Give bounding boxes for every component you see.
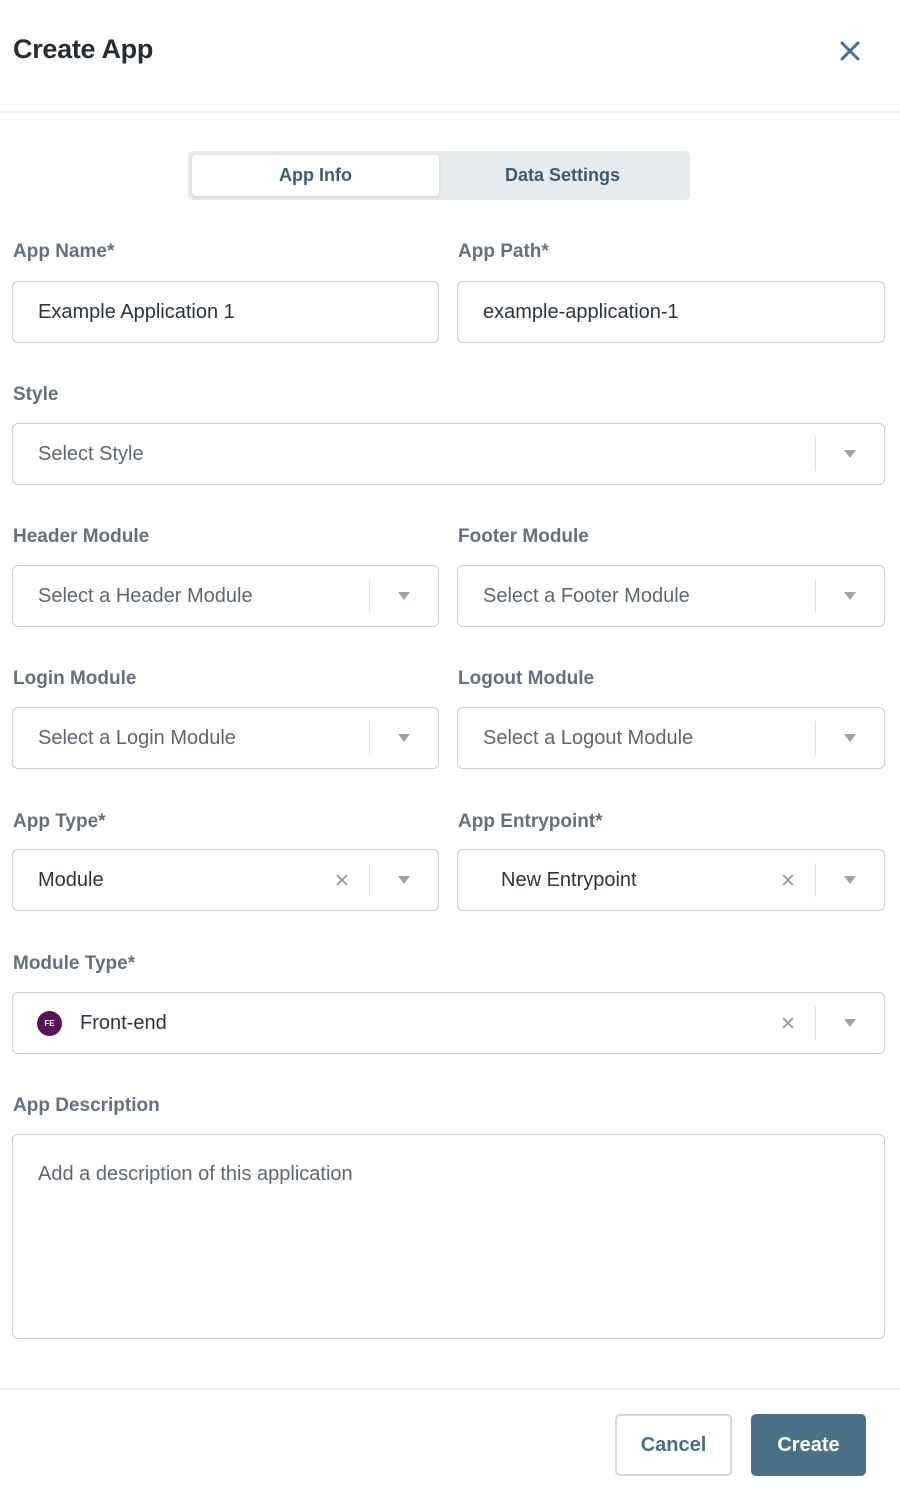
- header-module-label: Header Module: [13, 526, 150, 547]
- app-path-label: App Path*: [458, 241, 549, 262]
- app-description-textarea[interactable]: Add a description of this application: [12, 1134, 885, 1339]
- close-icon: [840, 41, 860, 61]
- module-type-select[interactable]: FE Front-end: [12, 992, 885, 1054]
- login-module-label: Login Module: [13, 668, 137, 689]
- clear-icon: [782, 874, 794, 886]
- app-name-input[interactable]: Example Application 1: [12, 281, 439, 343]
- dropdown-toggle[interactable]: [816, 850, 884, 910]
- clear-icon: [336, 874, 348, 886]
- tab-bar: App Info Data Settings: [188, 151, 690, 200]
- logout-module-select[interactable]: Select a Logout Module: [457, 707, 885, 769]
- header-module-placeholder: Select a Header Module: [38, 584, 253, 607]
- tab-data-settings[interactable]: Data Settings: [439, 155, 686, 196]
- app-path-input[interactable]: example-application-1: [457, 281, 885, 343]
- footer-divider: [0, 1388, 900, 1390]
- clear-button[interactable]: [761, 993, 815, 1053]
- clear-icon: [782, 1017, 794, 1029]
- module-type-label: Module Type*: [13, 953, 136, 974]
- module-type-badge: FE: [37, 1010, 62, 1036]
- chevron-down-icon: [844, 450, 856, 458]
- cancel-button[interactable]: Cancel: [615, 1414, 732, 1476]
- dropdown-toggle[interactable]: [370, 708, 438, 768]
- clear-button[interactable]: [315, 850, 369, 910]
- dropdown-toggle[interactable]: [370, 850, 438, 910]
- create-button[interactable]: Create: [751, 1414, 866, 1476]
- footer-module-select[interactable]: Select a Footer Module: [457, 565, 885, 627]
- dropdown-toggle[interactable]: [816, 993, 884, 1053]
- close-button[interactable]: [836, 37, 864, 65]
- dialog-title: Create App: [13, 34, 154, 64]
- style-select[interactable]: Select Style: [12, 423, 885, 485]
- dropdown-toggle[interactable]: [816, 708, 884, 768]
- dropdown-toggle[interactable]: [816, 566, 884, 626]
- logout-module-placeholder: Select a Logout Module: [483, 726, 694, 749]
- login-module-placeholder: Select a Login Module: [38, 726, 236, 749]
- chevron-down-icon: [398, 876, 410, 884]
- chevron-down-icon: [398, 734, 410, 742]
- module-type-value: Front-end: [80, 1011, 167, 1034]
- dropdown-toggle[interactable]: [370, 566, 438, 626]
- dropdown-toggle[interactable]: [816, 424, 884, 484]
- clear-button[interactable]: [761, 850, 815, 910]
- footer-module-label: Footer Module: [458, 526, 589, 547]
- app-entrypoint-value: New Entrypoint: [501, 868, 637, 891]
- chevron-down-icon: [844, 876, 856, 884]
- app-description-label: App Description: [13, 1095, 160, 1116]
- chevron-down-icon: [844, 592, 856, 600]
- chevron-down-icon: [844, 734, 856, 742]
- header-module-select[interactable]: Select a Header Module: [12, 565, 439, 627]
- dialog-header: Create App: [0, 0, 900, 113]
- footer-module-placeholder: Select a Footer Module: [483, 584, 690, 607]
- app-type-value: Module: [38, 868, 104, 891]
- chevron-down-icon: [844, 1019, 856, 1027]
- app-type-select[interactable]: Module: [12, 849, 439, 911]
- app-path-value: example-application-1: [483, 300, 679, 323]
- logout-module-label: Logout Module: [458, 668, 595, 689]
- style-label: Style: [13, 384, 59, 405]
- app-name-value: Example Application 1: [38, 300, 235, 323]
- chevron-down-icon: [398, 592, 410, 600]
- style-placeholder: Select Style: [38, 442, 144, 465]
- app-entrypoint-label: App Entrypoint*: [458, 811, 603, 832]
- tab-app-info[interactable]: App Info: [192, 155, 439, 196]
- app-entrypoint-select[interactable]: New Entrypoint: [457, 849, 885, 911]
- app-name-label: App Name*: [13, 241, 115, 262]
- login-module-select[interactable]: Select a Login Module: [12, 707, 439, 769]
- app-type-label: App Type*: [13, 811, 106, 832]
